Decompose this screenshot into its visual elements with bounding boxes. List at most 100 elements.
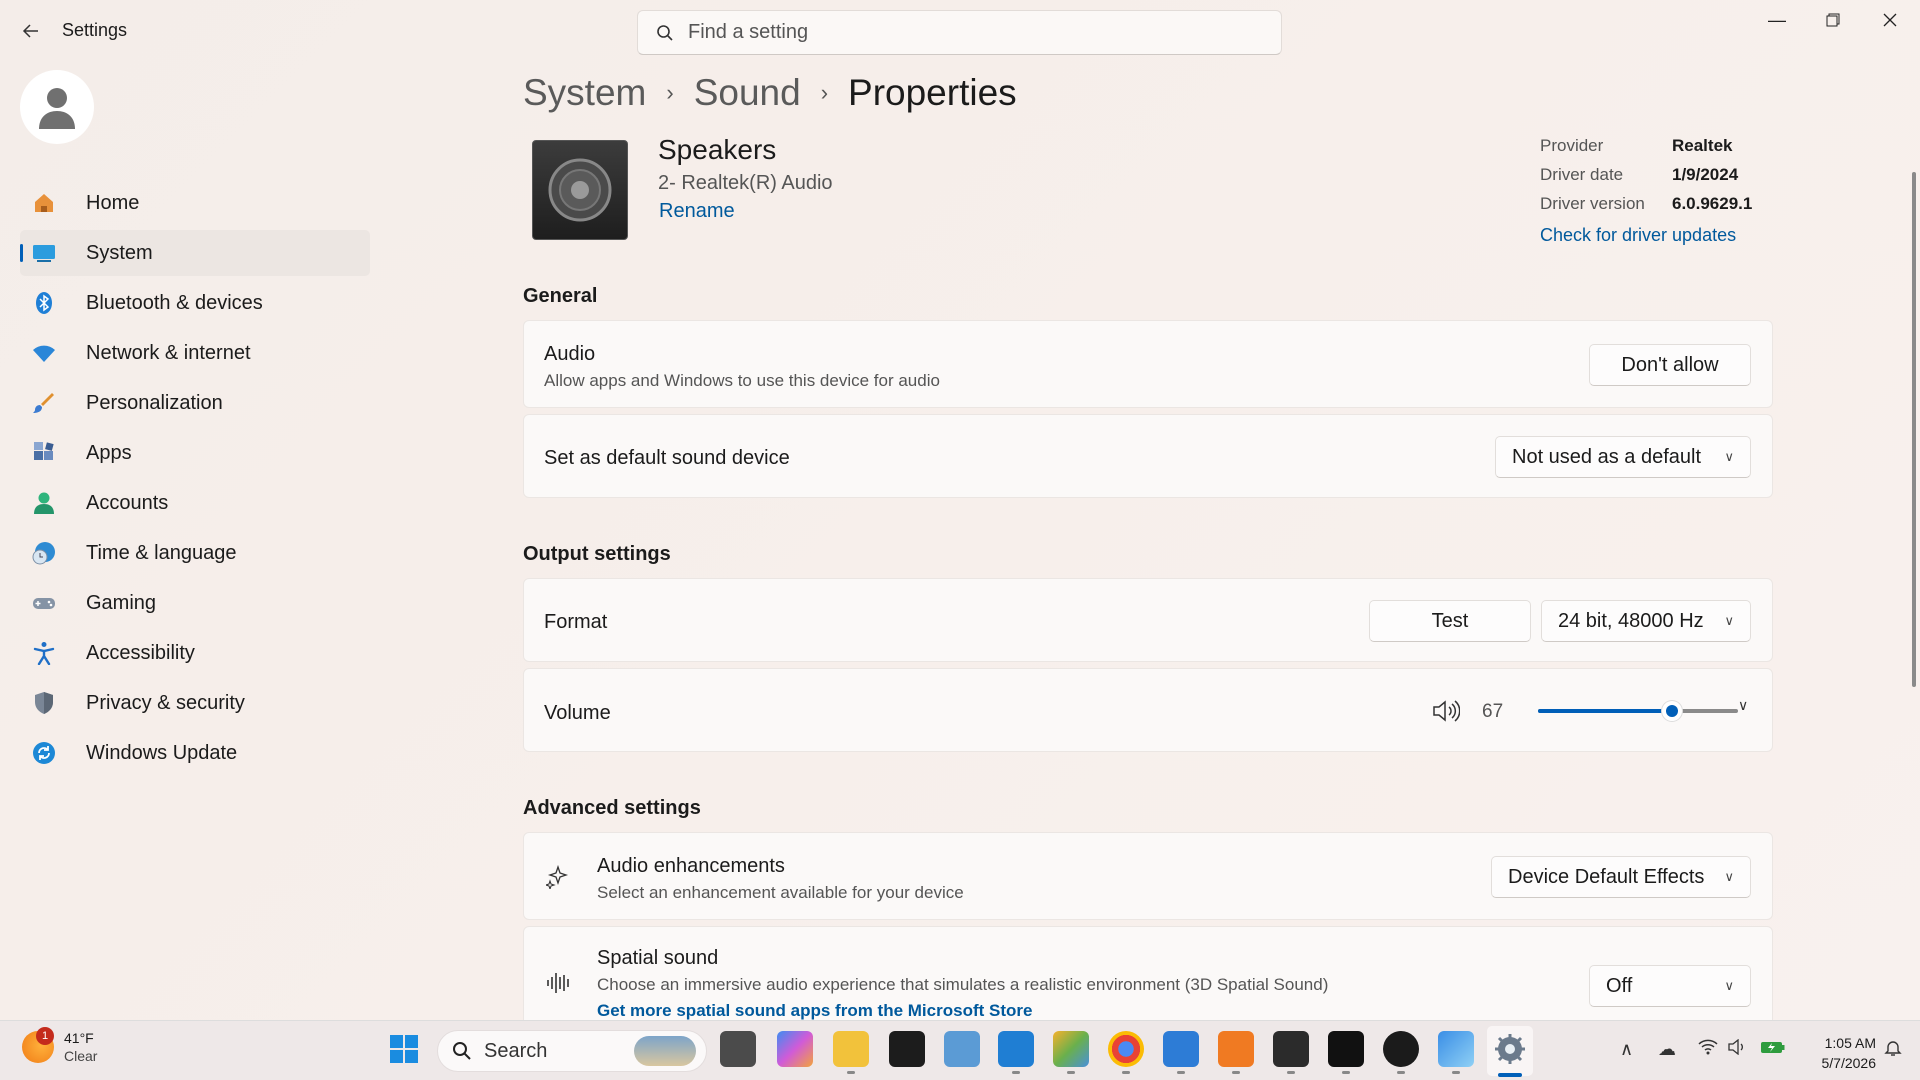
rename-link[interactable]: Rename: [659, 200, 735, 223]
audio-enhancements-dropdown[interactable]: Device Default Effects ∨: [1491, 856, 1751, 898]
driver-info: Provider Realtek Driver date 1/9/2024 Dr…: [1540, 136, 1752, 246]
gear-icon: [1495, 1034, 1525, 1064]
taskbar-search[interactable]: Search: [437, 1030, 707, 1072]
chevron-down-icon: ∨: [1724, 978, 1734, 993]
settings-app-icon[interactable]: [1492, 1031, 1528, 1067]
weather-sun-icon: 1: [22, 1027, 54, 1063]
volume-slider-thumb[interactable]: [1662, 701, 1682, 721]
audio-enhancements-value: Device Default Effects: [1508, 865, 1705, 888]
expand-chevron-icon[interactable]: ∨: [1738, 697, 1748, 714]
sidebar-item-label: Apps: [86, 441, 132, 464]
volume-tray-icon[interactable]: [1728, 1038, 1748, 1060]
close-button[interactable]: [1862, 2, 1918, 38]
update-icon: [32, 741, 56, 765]
snipping-tool-icon[interactable]: [944, 1031, 980, 1067]
back-button[interactable]: [14, 14, 48, 48]
brush-icon: [32, 391, 56, 415]
photos-icon[interactable]: [1438, 1031, 1474, 1067]
sidebar-item-label: Network & internet: [86, 341, 251, 364]
sidebar-item-apps[interactable]: Apps: [20, 430, 370, 476]
capcut-icon[interactable]: [1328, 1031, 1364, 1067]
sidebar-item-windows-update[interactable]: Windows Update: [20, 730, 370, 776]
sidebar-item-bluetooth[interactable]: Bluetooth & devices: [20, 280, 370, 326]
search-highlight-image: [634, 1036, 696, 1066]
default-device-dropdown[interactable]: Not used as a default ∨: [1495, 436, 1751, 478]
battery-charging-icon[interactable]: [1760, 1039, 1786, 1060]
sidebar-item-network[interactable]: Network & internet: [20, 330, 370, 376]
wifi-icon: [32, 341, 56, 365]
settings-search-box[interactable]: [637, 10, 1282, 55]
breadcrumb-system[interactable]: System: [523, 72, 646, 114]
sidebar-nav: Home System Bluetooth & devices Network …: [20, 180, 370, 780]
driver-version-label: Driver version: [1540, 194, 1645, 213]
notepad-icon[interactable]: [1163, 1031, 1199, 1067]
sidebar-item-gaming[interactable]: Gaming: [20, 580, 370, 626]
sidebar-item-system[interactable]: System: [20, 230, 370, 276]
user-avatar[interactable]: [20, 70, 94, 144]
breadcrumb-sound[interactable]: Sound: [694, 72, 801, 114]
volume-card: Volume 67 ∨: [523, 668, 1773, 752]
copilot-icon[interactable]: [777, 1031, 813, 1067]
sidebar-item-time-language[interactable]: Time & language: [20, 530, 370, 576]
minimize-button[interactable]: —: [1749, 2, 1805, 38]
sidebar-item-personalization[interactable]: Personalization: [20, 380, 370, 426]
sidebar-item-label: Privacy & security: [86, 691, 245, 714]
clock-globe-icon: [32, 541, 56, 565]
volume-slider-fill: [1538, 709, 1672, 713]
wifi-tray-icon[interactable]: [1698, 1039, 1718, 1060]
close-icon: [1883, 13, 1897, 27]
chrome-icon[interactable]: [1108, 1031, 1144, 1067]
taskbar-clock[interactable]: 1:05 AM 5/7/2026: [1800, 1033, 1877, 1073]
audio-enhancements-title: Audio enhancements: [597, 855, 785, 877]
spatial-sound-store-link[interactable]: Get more spatial sound apps from the Mic…: [597, 1001, 1032, 1021]
audio-enhancements-description: Select an enhancement available for your…: [597, 883, 964, 902]
audio-card: Audio Allow apps and Windows to use this…: [523, 320, 1773, 408]
dont-allow-button[interactable]: Don't allow: [1589, 344, 1751, 386]
breadcrumb: System › Sound › Properties: [523, 72, 1017, 114]
onedrive-icon[interactable]: ☁: [1658, 1039, 1676, 1060]
settings-search-input[interactable]: [688, 21, 1248, 44]
speaker-device-image: [532, 140, 628, 240]
provider-value: Realtek: [1672, 136, 1733, 155]
sidebar-item-accessibility[interactable]: Accessibility: [20, 630, 370, 676]
content-scrollbar[interactable]: [1912, 172, 1916, 687]
task-view-icon[interactable]: [720, 1031, 756, 1067]
paint-app-icon[interactable]: [1053, 1031, 1089, 1067]
check-driver-updates-link[interactable]: Check for driver updates: [1540, 225, 1752, 246]
sidebar-item-label: Gaming: [86, 591, 157, 614]
app-title: Settings: [62, 20, 128, 40]
xampp-icon[interactable]: [1218, 1031, 1254, 1067]
volume-title: Volume: [544, 702, 611, 724]
sidebar-item-label: Personalization: [86, 391, 223, 414]
weather-condition: Clear: [64, 1048, 98, 1064]
sidebar-item-privacy-security[interactable]: Privacy & security: [20, 680, 370, 726]
format-card: Format Test 24 bit, 48000 Hz ∨: [523, 578, 1773, 662]
sidebar-item-accounts[interactable]: Accounts: [20, 480, 370, 526]
sidebar-item-home[interactable]: Home: [20, 180, 370, 226]
speaker-volume-icon[interactable]: [1432, 700, 1460, 722]
sidebar-item-label: Home: [86, 191, 140, 214]
driver-date-label: Driver date: [1540, 165, 1624, 184]
format-dropdown[interactable]: 24 bit, 48000 Hz ∨: [1541, 600, 1751, 642]
file-explorer-icon[interactable]: [833, 1031, 869, 1067]
weather-widget[interactable]: 1 41°F Clear: [22, 1027, 98, 1065]
driver-date-value: 1/9/2024: [1672, 165, 1739, 184]
title-bar: Settings —: [0, 0, 1920, 62]
command-prompt-icon[interactable]: [1273, 1031, 1309, 1067]
running-indicator: [1067, 1071, 1075, 1074]
shield-icon: [32, 691, 56, 715]
speaker-icon: [548, 158, 612, 222]
minimize-icon: —: [1768, 9, 1786, 30]
vscode-icon[interactable]: [998, 1031, 1034, 1067]
test-button[interactable]: Test: [1369, 600, 1531, 642]
restore-button[interactable]: [1805, 2, 1861, 38]
spatial-sound-dropdown[interactable]: Off ∨: [1589, 965, 1751, 1007]
start-button[interactable]: [386, 1031, 422, 1067]
media-player-icon[interactable]: [1383, 1031, 1419, 1067]
chevron-down-icon: ∨: [1724, 449, 1734, 464]
terminal-app-icon[interactable]: [889, 1031, 925, 1067]
show-hidden-icons-chevron-icon[interactable]: ∧: [1620, 1039, 1633, 1060]
running-indicator: [1177, 1071, 1185, 1074]
notifications-bell-icon[interactable]: [1884, 1039, 1902, 1062]
output-section-title: Output settings: [523, 543, 671, 565]
